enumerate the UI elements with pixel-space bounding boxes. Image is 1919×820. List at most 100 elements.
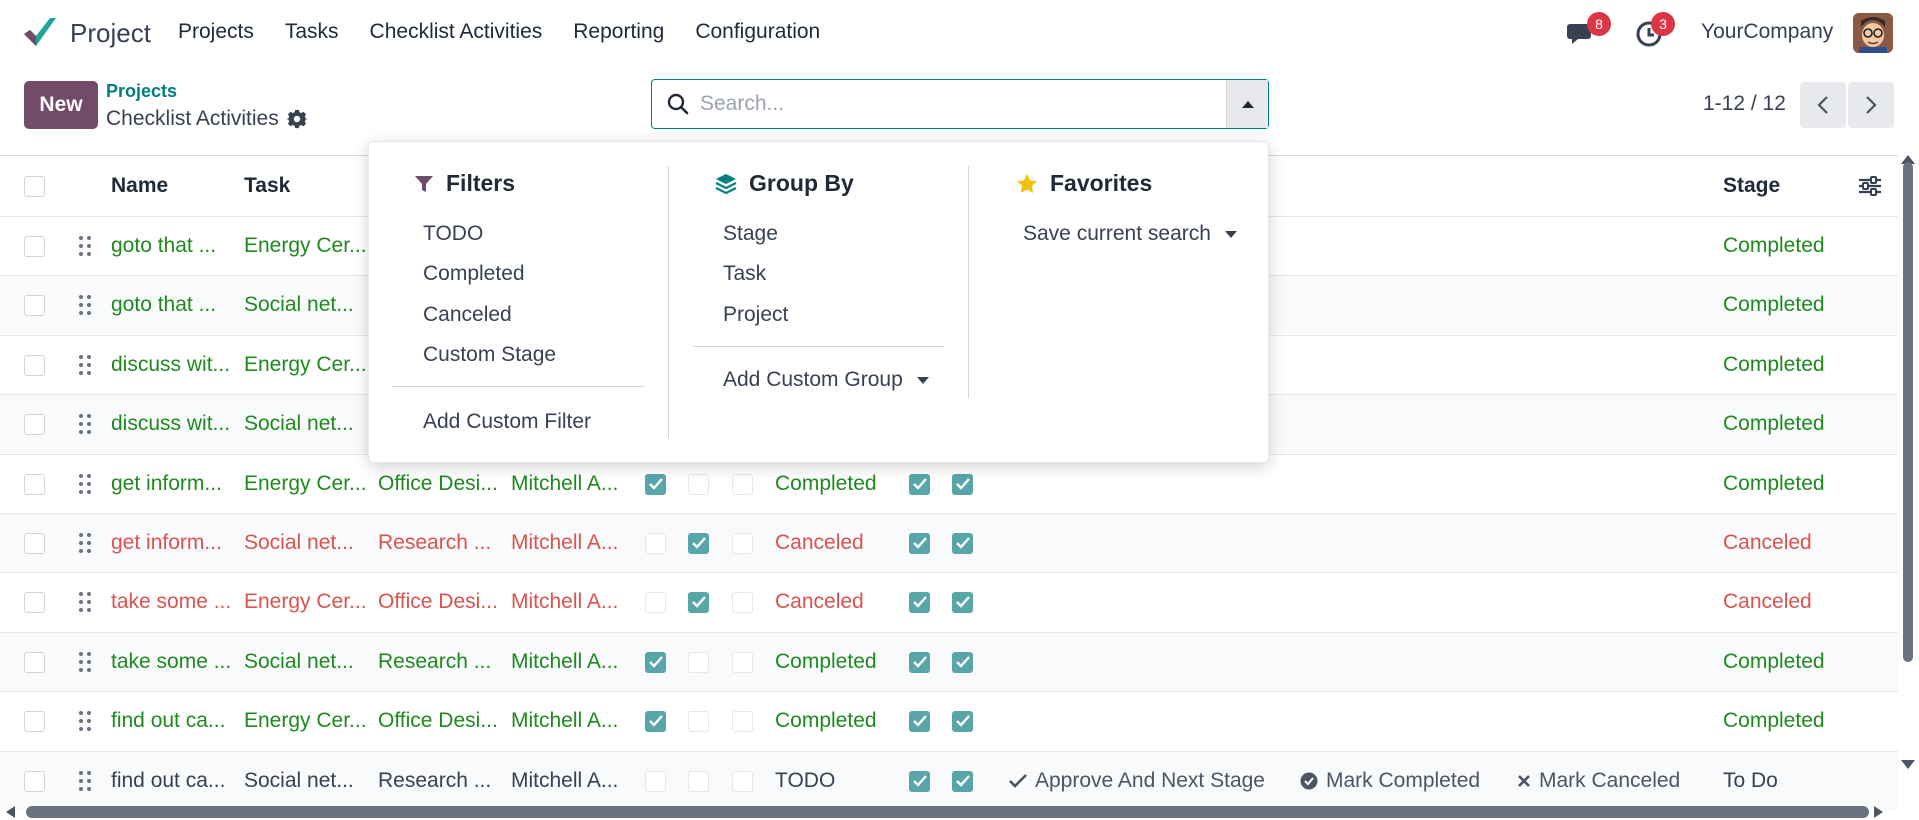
main-menu: Projects Tasks Checklist Activities Repo… <box>178 20 820 44</box>
gear-icon[interactable] <box>286 108 308 130</box>
checkbox-completed[interactable] <box>645 770 666 792</box>
menu-item-tasks[interactable]: Tasks <box>285 20 339 44</box>
checkbox-canceled[interactable] <box>688 532 709 554</box>
company-switcher[interactable]: YourCompany <box>1701 20 1833 44</box>
favorites-title: Favorites <box>1050 170 1153 196</box>
filter-canceled[interactable]: Canceled <box>423 303 512 327</box>
checkbox-todo[interactable] <box>732 710 753 732</box>
drag-handle-icon[interactable] <box>78 354 92 376</box>
menu-item-configuration[interactable]: Configuration <box>695 20 820 44</box>
checkbox-todo[interactable] <box>732 532 753 554</box>
breadcrumb-projects-link[interactable]: Projects <box>106 81 177 102</box>
pager-previous-button[interactable] <box>1800 82 1846 128</box>
approve-next-stage-button[interactable]: Approve And Next Stage <box>1009 752 1265 810</box>
checkbox-visible[interactable] <box>909 532 930 554</box>
table-row[interactable]: find out ca... Social net... Research ... M… <box>0 751 1898 810</box>
checkbox-canceled[interactable] <box>688 710 709 732</box>
column-header-name[interactable]: Name <box>111 174 168 198</box>
menu-item-checklist-activities[interactable]: Checklist Activities <box>370 20 543 44</box>
menu-item-reporting[interactable]: Reporting <box>573 20 664 44</box>
pager-value[interactable]: 1-12 / 12 <box>1703 92 1786 116</box>
app-name[interactable]: Project <box>70 18 151 49</box>
scroll-left-arrow-icon[interactable] <box>6 806 15 818</box>
drag-handle-icon[interactable] <box>78 770 92 792</box>
row-select-checkbox[interactable] <box>24 710 45 732</box>
new-button[interactable]: New <box>24 81 98 129</box>
checkbox-visible[interactable] <box>909 591 930 613</box>
row-select-checkbox[interactable] <box>24 532 45 554</box>
group-by-project[interactable]: Project <box>723 303 788 327</box>
checkbox-active[interactable] <box>952 770 973 792</box>
group-by-stage[interactable]: Stage <box>723 222 778 246</box>
project-app-icon[interactable] <box>22 14 58 50</box>
checkbox-active[interactable] <box>952 532 973 554</box>
activities-badge: 3 <box>1651 12 1675 36</box>
check-icon <box>912 656 927 668</box>
column-header-stage[interactable]: Stage <box>1723 174 1780 198</box>
checkbox-active[interactable] <box>952 591 973 613</box>
checkbox-canceled[interactable] <box>688 770 709 792</box>
checkbox-completed[interactable] <box>645 591 666 613</box>
menu-item-projects[interactable]: Projects <box>178 20 254 44</box>
checkbox-todo[interactable] <box>732 473 753 495</box>
checkbox-visible[interactable] <box>909 710 930 732</box>
checkbox-todo[interactable] <box>732 770 753 792</box>
vertical-scrollbar[interactable] <box>1903 162 1913 662</box>
checkbox-completed[interactable] <box>645 532 666 554</box>
checkbox-active[interactable] <box>952 473 973 495</box>
drag-handle-icon[interactable] <box>78 591 92 613</box>
checkbox-completed[interactable] <box>645 710 666 732</box>
mark-completed-button[interactable]: Mark Completed <box>1300 752 1480 810</box>
table-row[interactable]: take some ... Energy Cer... Office Desi...… <box>0 572 1898 631</box>
pager-next-button[interactable] <box>1848 82 1894 128</box>
row-select-checkbox[interactable] <box>24 235 45 257</box>
add-custom-filter[interactable]: Add Custom Filter <box>423 410 591 434</box>
horizontal-scrollbar[interactable] <box>26 806 1869 818</box>
checkbox-visible[interactable] <box>909 651 930 673</box>
table-row[interactable]: get inform... Social net... Research ... Mi… <box>0 513 1898 572</box>
checkbox-canceled[interactable] <box>688 651 709 673</box>
column-header-task[interactable]: Task <box>244 174 290 198</box>
checkbox-visible[interactable] <box>909 770 930 792</box>
drag-handle-icon[interactable] <box>78 710 92 732</box>
drag-handle-icon[interactable] <box>78 651 92 673</box>
search-input[interactable] <box>700 84 1226 124</box>
row-select-checkbox[interactable] <box>24 591 45 613</box>
checkbox-canceled[interactable] <box>688 473 709 495</box>
checkbox-completed[interactable] <box>645 473 666 495</box>
group-by-task[interactable]: Task <box>723 262 766 286</box>
row-select-checkbox[interactable] <box>24 473 45 495</box>
row-select-checkbox[interactable] <box>24 294 45 316</box>
row-select-checkbox[interactable] <box>24 651 45 673</box>
user-avatar[interactable] <box>1853 13 1893 53</box>
checkbox-completed[interactable] <box>645 651 666 673</box>
filter-todo[interactable]: TODO <box>423 222 483 246</box>
checkbox-todo[interactable] <box>732 591 753 613</box>
checkbox-active[interactable] <box>952 710 973 732</box>
search-options-toggle[interactable] <box>1226 80 1268 128</box>
checkbox-visible[interactable] <box>909 473 930 495</box>
drag-handle-icon[interactable] <box>78 532 92 554</box>
row-select-checkbox[interactable] <box>24 413 45 435</box>
row-select-checkbox[interactable] <box>24 354 45 376</box>
drag-handle-icon[interactable] <box>78 413 92 435</box>
scroll-right-arrow-icon[interactable] <box>1874 806 1883 818</box>
table-row[interactable]: take some ... Social net... Research ... Mi… <box>0 632 1898 691</box>
checkbox-canceled[interactable] <box>688 591 709 613</box>
checkbox-active[interactable] <box>952 651 973 673</box>
add-custom-group-select[interactable]: Add Custom Group <box>723 368 929 392</box>
chevron-left-icon <box>1817 96 1828 114</box>
optional-columns-icon[interactable] <box>1858 175 1882 197</box>
table-row[interactable]: find out ca... Energy Cer... Office Desi..… <box>0 691 1898 750</box>
checkbox-todo[interactable] <box>732 651 753 673</box>
filter-custom-stage[interactable]: Custom Stage <box>423 343 556 367</box>
select-all-checkbox[interactable] <box>24 175 45 197</box>
filter-completed[interactable]: Completed <box>423 262 525 286</box>
drag-handle-icon[interactable] <box>78 235 92 257</box>
save-current-search[interactable]: Save current search <box>1023 222 1237 246</box>
scroll-down-arrow-icon[interactable] <box>1901 760 1915 769</box>
mark-canceled-button[interactable]: Mark Canceled <box>1517 752 1680 810</box>
drag-handle-icon[interactable] <box>78 473 92 495</box>
drag-handle-icon[interactable] <box>78 294 92 316</box>
row-select-checkbox[interactable] <box>24 770 45 792</box>
